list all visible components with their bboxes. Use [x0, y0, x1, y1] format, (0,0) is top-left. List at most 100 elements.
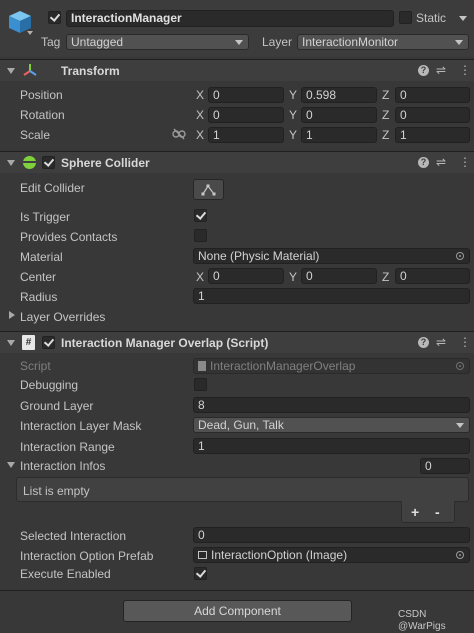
- material-value: None (Physic Material): [198, 249, 320, 263]
- center-y-label[interactable]: Y: [289, 270, 297, 284]
- interaction-infos-count-field[interactable]: 0: [420, 458, 470, 474]
- rotation-x-label[interactable]: X: [196, 108, 204, 122]
- object-picker-icon[interactable]: [456, 252, 464, 260]
- rotation-x-field[interactable]: 0: [208, 107, 284, 123]
- provides-contacts-checkbox[interactable]: [194, 229, 207, 242]
- more-options-icon[interactable]: ⋮: [459, 155, 471, 169]
- debugging-label: Debugging: [20, 378, 79, 392]
- chevron-down-icon: [235, 40, 243, 45]
- is-trigger-checkbox[interactable]: [194, 209, 207, 222]
- gameobject-active-checkbox[interactable]: [48, 11, 61, 24]
- help-icon[interactable]: ?: [418, 157, 429, 168]
- scale-x-field[interactable]: 1: [208, 127, 284, 143]
- script-foldout-icon[interactable]: [7, 340, 15, 346]
- rotation-z-label[interactable]: Z: [382, 108, 389, 122]
- interaction-range-field[interactable]: 1: [193, 438, 470, 454]
- constrain-proportions-icon[interactable]: [172, 128, 186, 140]
- tag-value: Untagged: [71, 35, 124, 49]
- scale-y-label[interactable]: Y: [289, 128, 297, 142]
- preset-icon[interactable]: ⇌: [436, 155, 446, 169]
- image-icon: [198, 551, 207, 559]
- script-value: InteractionManagerOverlap: [210, 359, 356, 373]
- radius-field[interactable]: 1: [193, 288, 470, 304]
- selected-interaction-field[interactable]: 0: [193, 527, 470, 543]
- layer-dropdown[interactable]: InteractionMonitor: [297, 34, 469, 50]
- help-icon[interactable]: ?: [418, 337, 429, 348]
- scale-x-label[interactable]: X: [196, 128, 204, 142]
- center-z-label[interactable]: Z: [382, 270, 389, 284]
- list-add-button[interactable]: +: [411, 504, 419, 520]
- center-y-field[interactable]: 0: [301, 268, 377, 284]
- interaction-range-label: Interaction Range: [20, 440, 115, 454]
- interaction-layer-mask-label: Interaction Layer Mask: [20, 419, 142, 433]
- edit-collider-icon: [201, 184, 216, 196]
- chevron-down-icon: [456, 423, 464, 428]
- position-z-label[interactable]: Z: [382, 88, 389, 102]
- rotation-z-field[interactable]: 0: [395, 107, 470, 123]
- add-component-button[interactable]: Add Component: [123, 600, 352, 622]
- icon-dropdown-arrow[interactable]: [27, 31, 33, 35]
- scale-z-label[interactable]: Z: [382, 128, 389, 142]
- scale-z-field[interactable]: 1: [395, 127, 470, 143]
- static-dropdown-arrow[interactable]: [459, 16, 467, 21]
- layer-overrides-label[interactable]: Layer Overrides: [20, 310, 105, 324]
- script-enabled-checkbox[interactable]: [42, 336, 55, 349]
- execute-enabled-checkbox[interactable]: [194, 567, 207, 580]
- sphere-collider-foldout-icon[interactable]: [7, 160, 15, 166]
- transform-title: Transform: [61, 64, 120, 78]
- interaction-infos-label[interactable]: Interaction Infos: [20, 459, 105, 473]
- selected-interaction-label: Selected Interaction: [20, 529, 127, 543]
- object-picker-icon[interactable]: [456, 551, 464, 559]
- chevron-down-icon: [455, 40, 463, 45]
- position-y-field[interactable]: 0.598: [301, 87, 377, 103]
- script-field: InteractionManagerOverlap: [193, 358, 470, 374]
- gameobject-name-field[interactable]: InteractionManager: [66, 10, 394, 27]
- help-icon[interactable]: ?: [418, 65, 429, 76]
- position-x-field[interactable]: 0: [208, 87, 284, 103]
- add-component-label: Add Component: [194, 604, 281, 618]
- edit-collider-button[interactable]: [193, 179, 224, 200]
- position-y-label[interactable]: Y: [289, 88, 297, 102]
- center-x-label[interactable]: X: [196, 270, 204, 284]
- interaction-option-prefab-value: InteractionOption (Image): [211, 548, 348, 562]
- position-x-label[interactable]: X: [196, 88, 204, 102]
- sphere-collider-enabled-checkbox[interactable]: [42, 156, 55, 169]
- preset-icon[interactable]: ⇌: [436, 63, 446, 77]
- position-z-field[interactable]: 0: [395, 87, 470, 103]
- scale-y-field[interactable]: 1: [301, 127, 377, 143]
- more-options-icon[interactable]: ⋮: [459, 63, 471, 77]
- interaction-layer-mask-dropdown[interactable]: Dead, Gun, Talk: [193, 417, 470, 433]
- script-label: Script: [20, 359, 51, 373]
- radius-label: Radius: [20, 290, 58, 304]
- center-x-field[interactable]: 0: [208, 268, 284, 284]
- ground-layer-field[interactable]: 8: [193, 397, 470, 413]
- more-options-icon[interactable]: ⋮: [459, 335, 471, 349]
- rotation-y-label[interactable]: Y: [289, 108, 297, 122]
- script-component-title: Interaction Manager Overlap (Script): [61, 336, 269, 350]
- tag-dropdown[interactable]: Untagged: [66, 34, 249, 50]
- center-label: Center: [20, 270, 57, 284]
- interaction-option-prefab-field[interactable]: InteractionOption (Image): [193, 547, 470, 563]
- list-footer: [401, 501, 455, 523]
- rotation-y-field[interactable]: 0: [301, 107, 377, 123]
- position-label: Position: [20, 88, 63, 102]
- interaction-infos-foldout-icon[interactable]: [7, 462, 15, 468]
- edit-collider-label: Edit Collider: [20, 181, 85, 195]
- provides-contacts-label: Provides Contacts: [20, 230, 118, 244]
- watermark: CSDN @WarPigs: [398, 609, 446, 632]
- transform-axes-icon: [22, 62, 38, 78]
- layer-value: InteractionMonitor: [302, 35, 399, 49]
- debugging-checkbox[interactable]: [194, 378, 207, 391]
- preset-icon[interactable]: ⇌: [436, 335, 446, 349]
- list-empty-label: List is empty: [23, 484, 90, 498]
- rotation-label: Rotation: [20, 108, 65, 122]
- object-picker-icon: [456, 362, 464, 370]
- layer-overrides-foldout-icon[interactable]: [9, 311, 15, 319]
- execute-enabled-label: Execute Enabled: [20, 567, 111, 581]
- list-remove-button[interactable]: -: [435, 504, 440, 520]
- material-label: Material: [20, 250, 63, 264]
- material-field[interactable]: None (Physic Material): [193, 248, 470, 264]
- transform-foldout-icon[interactable]: [7, 68, 15, 74]
- static-checkbox[interactable]: [399, 11, 412, 24]
- center-z-field[interactable]: 0: [395, 268, 470, 284]
